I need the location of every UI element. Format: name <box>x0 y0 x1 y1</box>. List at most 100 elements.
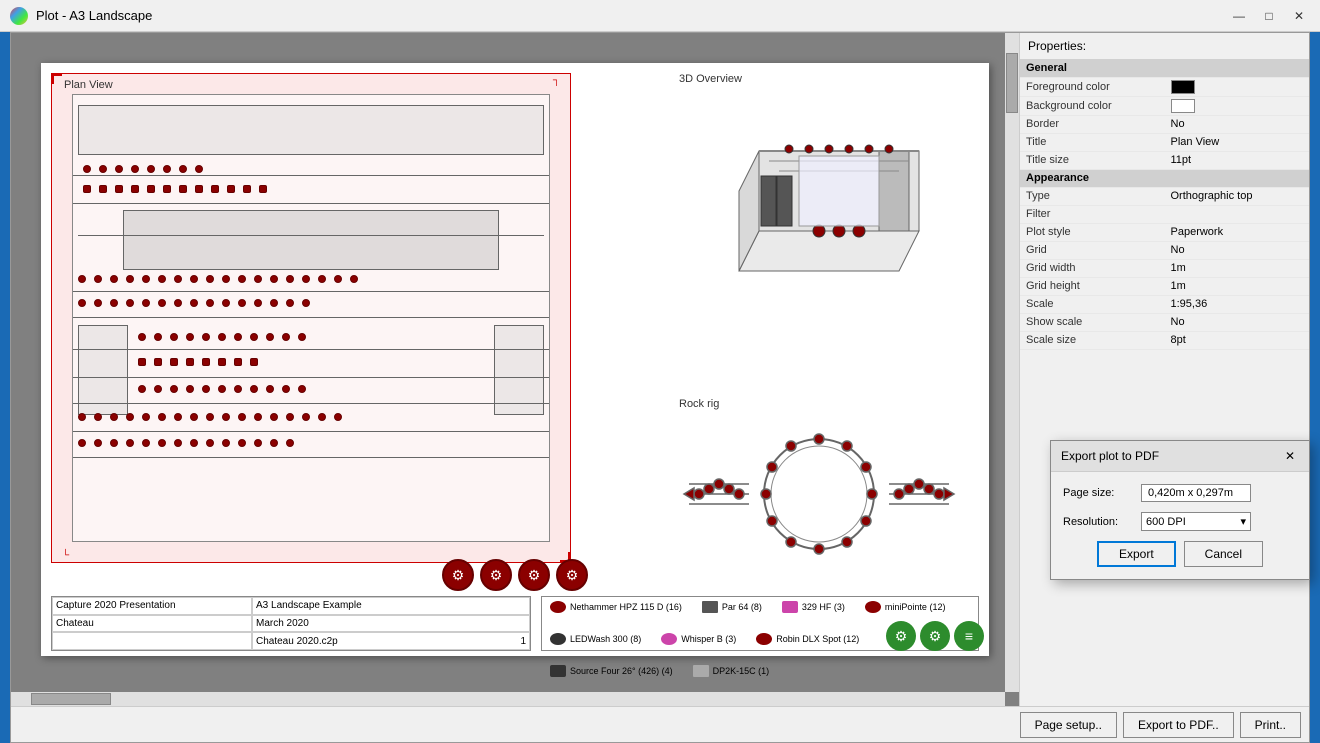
overview-svg <box>679 91 979 391</box>
prop-type-value: Orthographic top <box>1165 187 1310 205</box>
legend-text-3: 329 HF (3) <box>802 602 845 612</box>
horizontal-scrollbar[interactable] <box>11 692 1005 706</box>
scrollbar-thumb[interactable] <box>1006 53 1018 113</box>
plot-paper: Plan View <box>41 63 989 656</box>
legend-item-1: Nethammer HPZ 115 D (16) <box>550 601 682 613</box>
legend-icon-6 <box>661 633 677 645</box>
prop-title-value: Plan View <box>1165 133 1310 151</box>
bottom-icon-2[interactable]: ⚙ <box>920 621 950 651</box>
window-controls: — □ ✕ <box>1226 0 1312 32</box>
cancel-button[interactable]: Cancel <box>1184 541 1263 567</box>
right-panel: Properties: General Foreground color <box>1019 33 1309 706</box>
legend-text-6: Whisper B (3) <box>681 634 736 644</box>
export-button[interactable]: Export <box>1097 541 1176 567</box>
dialog-close-button[interactable]: ✕ <box>1281 447 1299 465</box>
page-setup-button[interactable]: Page setup.. <box>1020 712 1117 738</box>
legend-text-1: Nethammer HPZ 115 D (16) <box>570 602 682 612</box>
legend-text-5: LEDWash 300 (8) <box>570 634 641 644</box>
legend-icon-2 <box>702 601 718 613</box>
export-pdf-button[interactable]: Export to PDF.. <box>1123 712 1234 738</box>
canvas-area: Plan View <box>11 33 1019 706</box>
plan-view-content <box>72 94 550 542</box>
prop-plotstyle-row: Plot style Paperwork <box>1020 223 1309 241</box>
prop-title-label: Title <box>1020 133 1165 151</box>
prop-gridheight-label: Grid height <box>1020 277 1165 295</box>
export-dialog: Export plot to PDF ✕ Page size: 0,420m x… <box>1050 440 1309 580</box>
bottom-icon-1[interactable]: ⚙ <box>886 621 916 651</box>
legend-item-2: Par 64 (8) <box>702 601 762 613</box>
prop-scalesize-label: Scale size <box>1020 331 1165 349</box>
overview-3d-section: 3D Overview <box>679 73 979 413</box>
prop-gridwidth-value: 1m <box>1165 259 1310 277</box>
prop-filter-row: Filter <box>1020 205 1309 223</box>
bottom-right-icons: ⚙ ⚙ ≡ <box>886 621 984 651</box>
prop-foreground-row: Foreground color <box>1020 77 1309 96</box>
info-cell-2-3: Chateau 2020.c2p 1 <box>252 632 530 650</box>
info-page: 1 <box>520 636 526 647</box>
legend-icon-9 <box>693 665 709 677</box>
panel-scrollable[interactable]: General Foreground color Background colo… <box>1020 59 1309 706</box>
prop-gridwidth-row: Grid width 1m <box>1020 259 1309 277</box>
overview-label: 3D Overview <box>679 73 742 85</box>
rock-rig-label: Rock rig <box>679 398 719 410</box>
prop-showscale-row: Show scale No <box>1020 313 1309 331</box>
prop-title-row: Title Plan View <box>1020 133 1309 151</box>
app-window: Plan View <box>10 32 1310 743</box>
legend-icon-5 <box>550 633 566 645</box>
info-cell-2-1: A3 Landscape Example <box>252 597 530 615</box>
info-cell-1-2: Chateau <box>52 615 252 633</box>
panel-title: Properties: <box>1020 33 1309 59</box>
toolbar-icon-4[interactable]: ⚙ <box>556 559 588 591</box>
prop-titlesize-row: Title size 11pt <box>1020 151 1309 169</box>
resolution-value: 600 DPI <box>1146 516 1186 528</box>
toolbar-icon-2[interactable]: ⚙ <box>480 559 512 591</box>
legend-item-7: Robin DLX Spot (12) <box>756 633 859 645</box>
bottom-bar: Page setup.. Export to PDF.. Print.. <box>11 706 1309 742</box>
prop-gridheight-value: 1m <box>1165 277 1310 295</box>
prop-grid-row: Grid No <box>1020 241 1309 259</box>
h-scrollbar-thumb[interactable] <box>31 693 111 705</box>
prop-grid-value: No <box>1165 241 1310 259</box>
close-button[interactable]: ✕ <box>1286 5 1312 27</box>
rock-rig-section: Rock rig <box>679 396 979 596</box>
window-title: Plot - A3 Landscape <box>36 8 152 23</box>
appearance-header: Appearance <box>1020 169 1309 187</box>
legend-item-6: Whisper B (3) <box>661 633 736 645</box>
bottom-icon-3[interactable]: ≡ <box>954 621 984 651</box>
page-size-label: Page size: <box>1063 487 1133 499</box>
legend-icon-1 <box>550 601 566 613</box>
legend-icon-3 <box>782 601 798 613</box>
dialog-titlebar: Export plot to PDF ✕ <box>1051 441 1309 472</box>
vertical-scrollbar[interactable] <box>1005 33 1019 692</box>
prop-background-value <box>1165 96 1310 115</box>
page-size-value: 0,420m x 0,297m <box>1141 484 1251 502</box>
dialog-title: Export plot to PDF <box>1061 449 1159 463</box>
legend-item-4: miniPointe (12) <box>865 601 946 613</box>
prop-gridwidth-label: Grid width <box>1020 259 1165 277</box>
prop-background-label: Background color <box>1020 96 1165 115</box>
info-cell-1-1: Capture 2020 Presentation <box>52 597 252 615</box>
toolbar-icons: ⚙ ⚙ ⚙ ⚙ <box>442 559 588 591</box>
prop-plotstyle-value: Paperwork <box>1165 223 1310 241</box>
maximize-button[interactable]: □ <box>1256 5 1282 27</box>
resolution-select[interactable]: 600 DPI ▾ <box>1141 512 1251 531</box>
legend-text-2: Par 64 (8) <box>722 602 762 612</box>
legend-item-8: Source Four 26° (426) (4) <box>550 665 673 677</box>
app-icon <box>10 7 28 25</box>
rock-rig-svg <box>679 414 979 584</box>
toolbar-icon-1[interactable]: ⚙ <box>442 559 474 591</box>
legend-text-9: DP2K-15C (1) <box>713 666 770 676</box>
background-swatch <box>1171 99 1195 113</box>
info-cell-2-2: March 2020 <box>252 615 530 633</box>
prop-grid-label: Grid <box>1020 241 1165 259</box>
prop-titlesize-label: Title size <box>1020 151 1165 169</box>
toolbar-icon-3[interactable]: ⚙ <box>518 559 550 591</box>
print-button[interactable]: Print.. <box>1240 712 1301 738</box>
prop-scale-row: Scale 1:95,36 <box>1020 295 1309 313</box>
page-size-row: Page size: 0,420m x 0,297m <box>1063 484 1297 502</box>
legend-item-9: DP2K-15C (1) <box>693 665 770 677</box>
prop-filter-value <box>1165 205 1310 223</box>
minimize-button[interactable]: — <box>1226 5 1252 27</box>
prop-type-label: Type <box>1020 187 1165 205</box>
legend-text-4: miniPointe (12) <box>885 602 946 612</box>
